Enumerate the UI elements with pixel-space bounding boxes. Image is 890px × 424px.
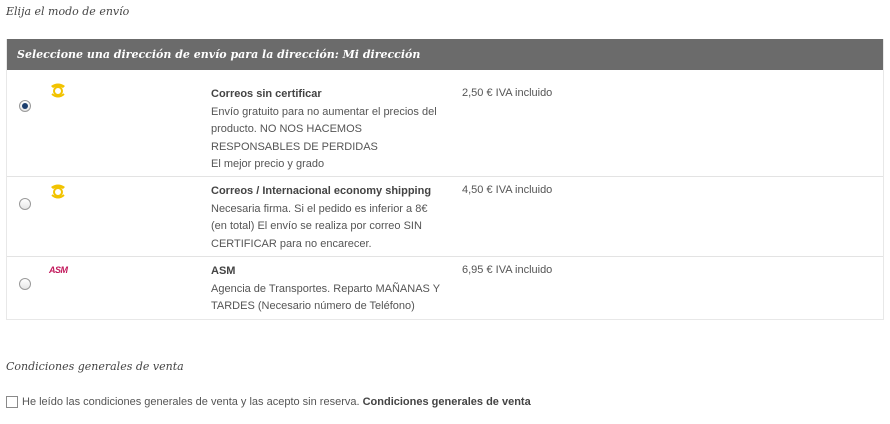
- carrier-name: Correos sin certificar: [211, 88, 322, 100]
- shipping-options-table: Seleccione una dirección de envío para l…: [6, 39, 884, 320]
- table-header: Seleccione una dirección de envío para l…: [7, 39, 883, 70]
- correos-logo-icon: [49, 82, 67, 101]
- asm-logo-icon: ASM: [49, 265, 68, 275]
- carrier-name: Correos / Internacional economy shipping: [211, 185, 432, 197]
- carrier-desc-line: El mejor precio y grado: [211, 158, 325, 170]
- carrier-radio-correos-internacional[interactable]: [19, 198, 31, 210]
- carrier-price: 2,50 € IVA incluido: [462, 87, 553, 99]
- terms-checkbox-label[interactable]: He leído las condiciones generales de ve…: [22, 396, 360, 408]
- conditions-title: Condiciones generales de venta: [6, 360, 184, 373]
- carrier-description: ASM Agencia de Transportes. Reparto MAÑA…: [211, 263, 451, 316]
- carrier-radio-correos-sin-certificar[interactable]: [19, 100, 31, 112]
- correos-logo-icon: [49, 183, 67, 202]
- page-title: Elija el modo de envío: [6, 5, 130, 18]
- carrier-desc-line: producto. NO NOS HACEMOS: [211, 123, 362, 135]
- carrier-desc-line: Agencia de Transportes. Reparto MAÑANAS …: [211, 282, 441, 295]
- carrier-desc-line: Necesaria firma. Si el pedido es inferio…: [211, 202, 428, 215]
- carrier-row[interactable]: Correos sin certificar Envío gratuito pa…: [7, 70, 883, 176]
- carrier-row[interactable]: ASM ASM Agencia de Transportes. Reparto …: [7, 256, 883, 319]
- carrier-row[interactable]: Correos / Internacional economy shipping…: [7, 176, 883, 256]
- carrier-radio-asm[interactable]: [19, 278, 31, 290]
- carrier-desc-line: Envío gratuito para no aumentar el preci…: [211, 105, 437, 118]
- carrier-description: Correos sin certificar Envío gratuito pa…: [211, 86, 451, 174]
- terms-checkbox[interactable]: [6, 396, 18, 408]
- carrier-desc-line: (en total) El envío se realiza por corre…: [211, 220, 422, 232]
- carrier-price: 6,95 € IVA incluido: [462, 264, 553, 276]
- carrier-desc-line: CERTIFICAR para no encarecer.: [211, 237, 372, 250]
- carrier-description: Correos / Internacional economy shipping…: [211, 183, 451, 253]
- carrier-desc-line: RESPONSABLES DE PERDIDAS: [211, 140, 378, 153]
- carrier-desc-line: TARDES (Necesario número de Teléfono): [211, 300, 415, 312]
- carrier-price: 4,50 € IVA incluido: [462, 184, 553, 196]
- terms-link[interactable]: Condiciones generales de venta: [363, 396, 531, 408]
- carrier-name: ASM: [211, 265, 236, 277]
- terms-agreement: He leído las condiciones generales de ve…: [6, 396, 531, 408]
